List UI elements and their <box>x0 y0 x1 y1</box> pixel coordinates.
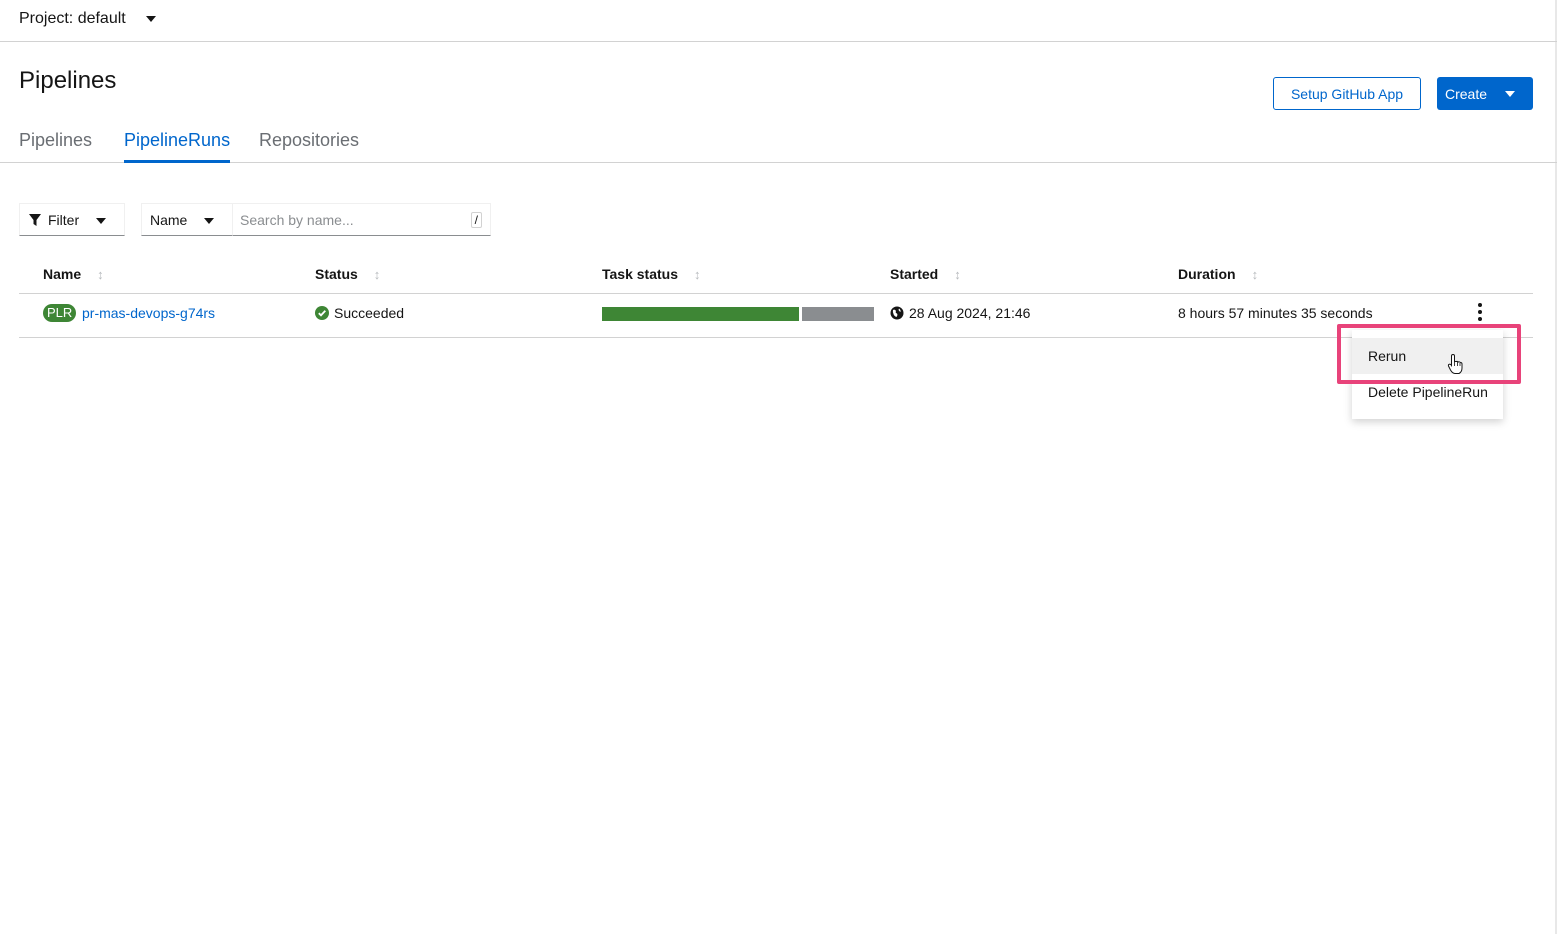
menu-item-delete-pipelinerun[interactable]: Delete PipelineRun <box>1352 374 1503 410</box>
sort-icon: ↕ <box>97 266 104 282</box>
pipelinerun-name-link[interactable]: pr-mas-devops-g74rs <box>82 305 215 321</box>
column-header-label: Duration <box>1178 266 1236 282</box>
row-actions-menu: Rerun Delete PipelineRun <box>1352 330 1503 419</box>
status-label: Succeeded <box>334 305 405 321</box>
tab-bar: Pipelines PipelineRuns Repositories <box>0 118 1557 163</box>
column-header-started[interactable]: Started ↕ <box>890 266 961 282</box>
column-header-name[interactable]: Name ↕ <box>43 266 104 282</box>
search-input[interactable] <box>233 204 458 235</box>
page-title: Pipelines <box>19 67 117 94</box>
sort-icon: ↕ <box>694 266 701 282</box>
started-cell: 28 Aug 2024, 21:46 <box>890 305 1030 321</box>
chevron-down-icon <box>1505 91 1515 97</box>
hand-cursor-icon <box>1447 353 1463 374</box>
duration-cell: 8 hours 57 minutes 35 seconds <box>1178 305 1373 321</box>
project-label: Project: default <box>19 10 126 27</box>
status-cell: Succeeded <box>315 305 404 321</box>
sort-icon: ↕ <box>373 266 381 282</box>
tab-pipelineruns[interactable]: PipelineRuns <box>124 130 231 163</box>
search-field: / <box>232 203 491 236</box>
filter-icon <box>29 213 41 226</box>
column-header-label: Started <box>890 266 939 282</box>
menu-item-rerun[interactable]: Rerun <box>1352 338 1503 374</box>
globe-icon <box>890 306 904 320</box>
pipelinerun-badge: PLR <box>43 304 77 322</box>
create-button[interactable]: Create <box>1437 77 1533 110</box>
row-actions-kebab-icon[interactable] <box>1472 303 1488 321</box>
tab-pipelines[interactable]: Pipelines <box>19 130 92 163</box>
column-header-label: Task status <box>602 266 678 282</box>
chevron-down-icon <box>204 218 214 224</box>
chevron-down-icon <box>145 16 156 22</box>
column-header-label: Status <box>315 266 358 282</box>
keyboard-shortcut-hint: / <box>470 212 482 228</box>
create-button-label: Create <box>1445 85 1488 102</box>
chevron-down-icon <box>96 218 106 224</box>
filter-label: Filter <box>48 211 80 228</box>
project-selector[interactable]: Project: default <box>19 10 156 28</box>
table-header-divider <box>19 293 1533 294</box>
project-bar: Project: default <box>0 0 1557 42</box>
sort-icon: ↕ <box>1251 266 1259 282</box>
column-header-label: Name <box>43 266 82 282</box>
column-header-duration[interactable]: Duration ↕ <box>1178 266 1258 282</box>
column-header-status[interactable]: Status ↕ <box>315 266 380 282</box>
name-select-label: Name <box>150 211 188 228</box>
table-row-divider <box>19 337 1533 338</box>
task-status-succeeded-bar <box>602 307 799 321</box>
column-header-task-status[interactable]: Task status ↕ <box>602 266 701 282</box>
tab-repositories[interactable]: Repositories <box>259 130 359 163</box>
task-status-other-bar <box>802 307 874 321</box>
started-timestamp: 28 Aug 2024, 21:46 <box>909 305 1031 321</box>
setup-github-app-button[interactable]: Setup GitHub App <box>1273 77 1421 110</box>
name-filter-select[interactable]: Name <box>141 203 233 236</box>
check-circle-icon <box>315 306 329 320</box>
filter-dropdown[interactable]: Filter <box>19 203 125 236</box>
sort-icon: ↕ <box>954 266 961 282</box>
